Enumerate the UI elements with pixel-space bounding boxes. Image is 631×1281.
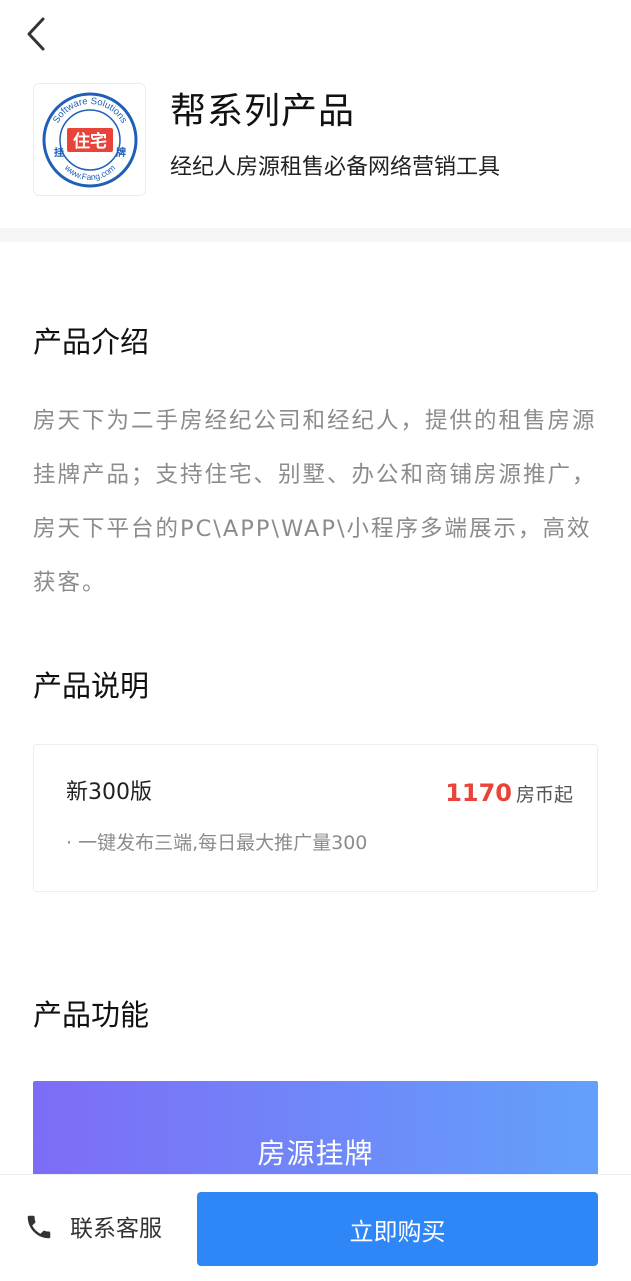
logo-left-text: 挂 [54, 146, 64, 159]
buy-now-button[interactable]: 立即购买 [197, 1192, 598, 1266]
bottom-action-bar: 联系客服 立即购买 [0, 1174, 631, 1281]
back-chevron-icon [25, 16, 47, 56]
feature-banner-label: 房源挂牌 [257, 1137, 374, 1170]
intro-section-title: 产品介绍 [33, 325, 150, 359]
section-divider [0, 228, 631, 242]
phone-icon [24, 1210, 54, 1248]
spec-section-title: 产品说明 [33, 669, 150, 703]
back-button[interactable] [14, 14, 58, 58]
contact-service-label: 联系客服 [70, 1216, 162, 1242]
page-subtitle: 经纪人房源租售必备网络营销工具 [170, 155, 501, 180]
logo-center-text: 住宅 [73, 131, 107, 152]
contact-service-button[interactable]: 联系客服 [24, 1205, 162, 1253]
page-title: 帮系列产品 [170, 91, 356, 132]
plan-description: · 一键发布三端,每日最大推广量300 [66, 832, 368, 854]
plan-card[interactable]: 新300版 1170 房币起 · 一键发布三端,每日最大推广量300 [33, 744, 598, 892]
features-section-title: 产品功能 [33, 998, 150, 1032]
logo-right-text: 牌 [116, 146, 126, 159]
product-logo: Software Solutions www.Fang.com 住宅 挂 牌 [33, 83, 146, 196]
plan-price-value: 1170 [445, 779, 512, 807]
fang-logo-icon: Software Solutions www.Fang.com 住宅 挂 牌 [42, 92, 137, 187]
plan-name: 新300版 [66, 780, 152, 805]
header: Software Solutions www.Fang.com 住宅 挂 牌 帮… [0, 0, 631, 228]
intro-body-text: 房天下为二手房经纪公司和经纪人，提供的租售房源挂牌产品；支持住宅、别墅、办公和商… [33, 408, 597, 596]
plan-price: 1170 房币起 [445, 777, 573, 812]
plan-price-unit: 房币起 [515, 784, 573, 806]
